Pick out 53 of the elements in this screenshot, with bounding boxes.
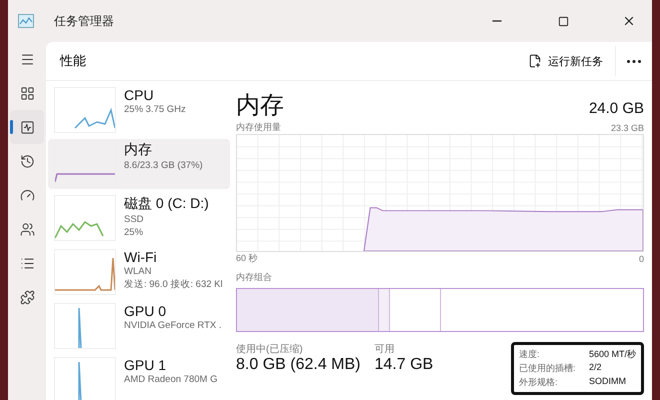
menu-icon bbox=[20, 52, 34, 66]
device-item[interactable]: Wi-Fi WLAN 发送: 96.0 接收: 632 Kl bbox=[48, 247, 230, 297]
gauge-icon bbox=[20, 188, 34, 202]
device-detail: 25% 3.75 GHz bbox=[124, 103, 186, 116]
add-file-icon bbox=[528, 54, 542, 68]
detail-value: 5600 MT/秒 bbox=[588, 348, 636, 361]
app-icon bbox=[18, 14, 34, 28]
history-icon bbox=[20, 154, 34, 168]
activity-icon bbox=[20, 120, 34, 134]
stat-value: 14.7 GB bbox=[374, 356, 434, 374]
device-name: Wi-Fi bbox=[124, 249, 158, 265]
grid-icon bbox=[20, 86, 34, 100]
device-detail: NVIDIA GeForce RTX . bbox=[124, 319, 222, 332]
nav-button[interactable] bbox=[10, 110, 44, 144]
stat-label: 使用中(已压缩) bbox=[236, 342, 304, 356]
detail-label: 速度: bbox=[518, 348, 540, 361]
detail-value: SODIMM bbox=[588, 376, 627, 388]
axis-label: 60 秒 bbox=[236, 252, 258, 265]
axis-label: 0 bbox=[638, 254, 644, 264]
device-item[interactable]: 磁盘 0 (C: D:) SSD 25% bbox=[48, 193, 230, 243]
stat-value: 8.0 GB (62.4 MB) bbox=[236, 356, 360, 374]
detail-label: 外形规格: bbox=[518, 376, 558, 389]
device-item[interactable]: GPU 1 AMD Radeon 780M G bbox=[48, 355, 230, 400]
chart-label: 内存使用量 bbox=[236, 121, 281, 134]
window-title: 任务管理器 bbox=[54, 12, 115, 30]
device-name: CPU bbox=[124, 87, 155, 103]
chart-max: 23.3 GB bbox=[610, 122, 644, 132]
more-icon bbox=[627, 60, 641, 62]
device-name: 磁盘 0 (C: D:) bbox=[124, 195, 209, 213]
puzzle-icon bbox=[20, 290, 34, 304]
device-item[interactable]: CPU 25% 3.75 GHz bbox=[48, 85, 230, 135]
device-detail: AMD Radeon 780M G bbox=[124, 373, 218, 386]
section-title: 内存 bbox=[236, 91, 284, 121]
device-name: GPU 0 bbox=[124, 303, 168, 319]
run-task-button[interactable]: 运行新任务 bbox=[516, 46, 616, 76]
total-memory: 24.0 GB bbox=[588, 100, 644, 117]
device-detail: 25% bbox=[124, 226, 144, 239]
page-title: 性能 bbox=[60, 52, 87, 70]
stat-label: 可用 bbox=[374, 343, 396, 356]
users-icon bbox=[20, 222, 34, 236]
device-item[interactable]: GPU 0 NVIDIA GeForce RTX . bbox=[48, 301, 230, 351]
device-detail: 8.6/23.3 GB (37%) bbox=[124, 159, 203, 172]
device-detail: 发送: 96.0 接收: 632 Kl bbox=[124, 278, 223, 291]
device-name: GPU 1 bbox=[124, 357, 168, 373]
close-icon bbox=[622, 14, 636, 28]
composition-label: 内存组合 bbox=[236, 271, 273, 284]
maximize-icon bbox=[558, 16, 568, 26]
detail-value: 2/2 bbox=[588, 362, 602, 374]
device-name: 内存 bbox=[124, 141, 153, 159]
device-detail: WLAN bbox=[124, 265, 152, 278]
device-item[interactable]: 内存 8.6/23.3 GB (37%) bbox=[48, 139, 230, 189]
detail-label: 已使用的插槽: bbox=[518, 362, 576, 375]
device-detail: SSD bbox=[124, 213, 145, 226]
